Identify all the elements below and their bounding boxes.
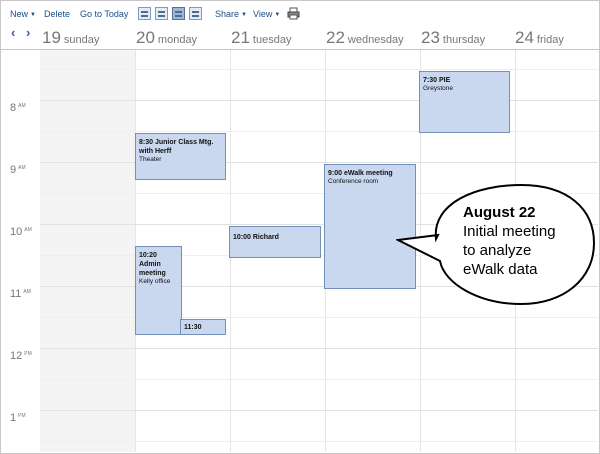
half-hour-line	[40, 441, 598, 442]
appointment-location: Kelly office	[139, 278, 171, 285]
callout-text: August 22 Initial meeting to analyze eWa…	[463, 203, 556, 279]
new-label: New	[10, 9, 29, 19]
appointment-title: 11:30	[184, 324, 202, 331]
day-name: monday	[157, 34, 198, 46]
view-menu-button[interactable]: View ▼	[253, 9, 280, 19]
callout-line: to analyze	[463, 242, 532, 259]
day-header-sunday[interactable]: 19 sunday	[42, 28, 99, 48]
month-view-icon[interactable]	[189, 7, 202, 20]
chevron-down-icon: ▼	[274, 12, 281, 18]
appointment-location: Theater	[139, 156, 162, 163]
time-label-8am: 8 AM	[10, 102, 26, 114]
appointment-title: 8:30 Junior Class Mtg. with Herff	[139, 139, 214, 155]
delete-button[interactable]: Delete	[44, 9, 70, 19]
work-week-view-icon[interactable]	[155, 7, 168, 20]
chevron-down-icon: ▼	[30, 12, 36, 18]
day-name: wednesday	[347, 34, 404, 46]
hour-line	[40, 162, 598, 163]
share-menu-button[interactable]: Share ▼	[215, 9, 247, 19]
appointment-junior-class[interactable]: 8:30 Junior Class Mtg. with Herff Theate…	[135, 133, 226, 180]
speech-bubble-callout: August 22 Initial meeting to analyze eWa…	[396, 183, 596, 306]
callout-line: Initial meeting	[463, 223, 556, 240]
time-label-10am: 10 AM	[10, 226, 32, 238]
appointment-title: 9:00 eWalk meeting	[328, 170, 393, 177]
print-icon[interactable]	[287, 7, 300, 20]
day-name: tuesday	[252, 34, 292, 46]
share-label: Share	[215, 9, 240, 19]
half-hour-line	[40, 69, 598, 70]
week-view-icon[interactable]	[172, 7, 185, 20]
day-number: 23	[421, 28, 440, 47]
appointment-1130[interactable]: 11:30	[180, 319, 226, 335]
previous-week-icon[interactable]: ‹	[11, 25, 15, 40]
day-name: friday	[536, 34, 564, 46]
appointment-title: 10:20 Admin meeting	[139, 252, 166, 277]
day-header-monday[interactable]: 20 monday	[136, 28, 197, 48]
new-menu-button[interactable]: New ▼	[10, 9, 36, 19]
day-name: thursday	[442, 34, 486, 46]
appointment-location: Greystone	[423, 85, 453, 92]
appointment-richard[interactable]: 10:00 Richard	[229, 226, 321, 258]
day-view-icon[interactable]	[138, 7, 151, 20]
chevron-down-icon: ▼	[241, 12, 247, 18]
day-name: sunday	[63, 34, 100, 46]
appointment-admin-meeting[interactable]: 10:20 Admin meeting Kelly office	[135, 246, 182, 335]
next-week-icon[interactable]: ›	[26, 25, 30, 40]
half-hour-line	[40, 379, 598, 380]
day-number: 21	[231, 28, 250, 47]
hour-line	[40, 100, 598, 101]
toolbar: New ▼ Delete Go to Today Share ▼ View ▼	[0, 0, 600, 24]
day-header-wednesday[interactable]: 22 wednesday	[326, 28, 404, 48]
go-to-today-button[interactable]: Go to Today	[80, 9, 128, 19]
day-header-tuesday[interactable]: 21 tuesday	[231, 28, 291, 48]
hour-line	[40, 348, 598, 349]
day-header-thursday[interactable]: 23 thursday	[421, 28, 485, 48]
time-label-12pm: 12 PM	[10, 350, 32, 362]
time-label-9am: 9 AM	[10, 164, 26, 176]
time-label-1pm: 1 PM	[10, 412, 26, 424]
appointment-title: 7:30 PIE	[423, 77, 451, 84]
callout-heading: August 22	[463, 204, 536, 221]
day-number: 22	[326, 28, 345, 47]
day-number: 24	[515, 28, 534, 47]
appointment-title: 10:00 Richard	[233, 234, 279, 241]
time-label-11am: 11 AM	[10, 288, 31, 300]
view-label: View	[253, 9, 273, 19]
day-number: 20	[136, 28, 155, 47]
half-hour-line	[40, 317, 598, 318]
sunday-column[interactable]	[40, 50, 135, 452]
appointment-pie[interactable]: 7:30 PIE Greystone	[419, 71, 510, 133]
callout-line: eWalk data	[463, 261, 538, 278]
day-header-friday[interactable]: 24 friday	[515, 28, 564, 48]
hour-line	[40, 410, 598, 411]
day-number: 19	[42, 28, 61, 47]
half-hour-line	[40, 131, 598, 132]
